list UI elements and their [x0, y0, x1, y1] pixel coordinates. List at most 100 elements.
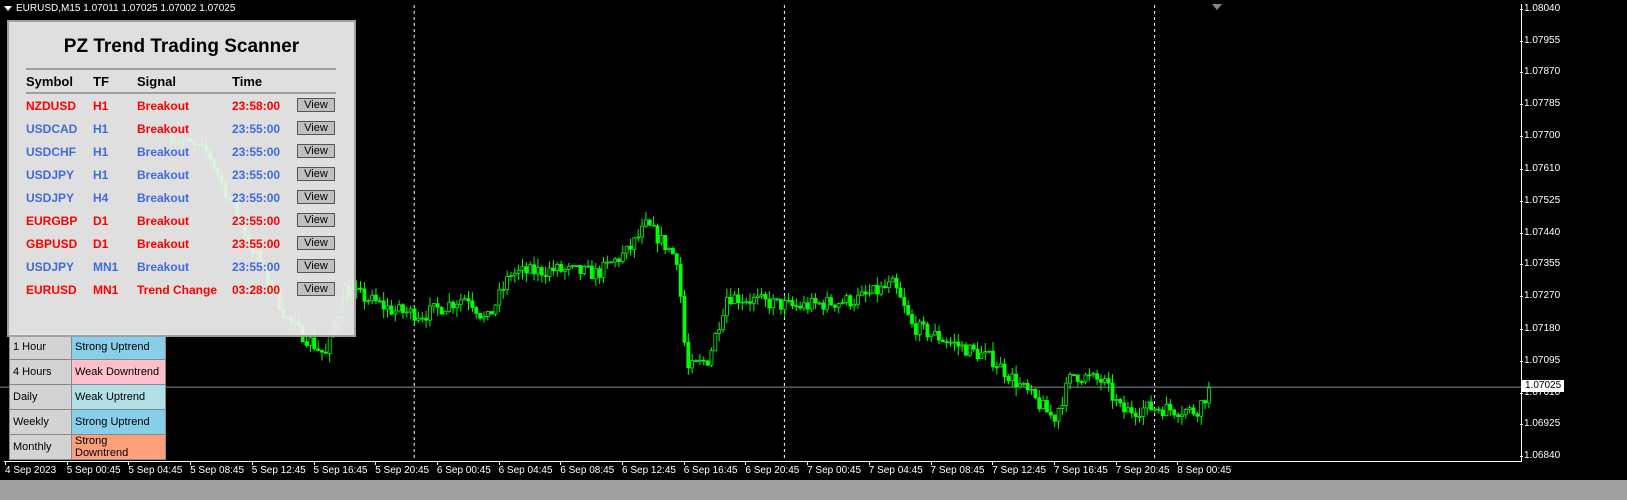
candle-body [906, 305, 911, 315]
view-button[interactable]: View [297, 190, 335, 204]
dropdown-arrow-icon[interactable] [4, 5, 12, 11]
candle-body [1118, 399, 1123, 404]
header-tf: TF [93, 74, 109, 89]
candle-body [798, 305, 803, 309]
price-tick: 1.08040 [1519, 3, 1561, 14]
signal-time: 23:55:00 [232, 214, 281, 228]
signal-time: 23:55:00 [232, 122, 281, 136]
candle-body [1102, 378, 1107, 383]
signal-row: USDCAD H1 Breakout 23:55:00 View [26, 121, 346, 138]
candle-body [694, 360, 698, 363]
signal-timeframe: H4 [93, 191, 109, 205]
signal-row: USDCHF H1 Breakout 23:55:00 View [26, 144, 346, 161]
candle-body [381, 300, 386, 310]
signal-timeframe: H1 [93, 122, 109, 136]
price-tick: 1.07700 [1519, 129, 1561, 141]
view-button[interactable]: View [297, 144, 335, 158]
candle-body [898, 287, 903, 298]
price-tick: 1.07785 [1519, 97, 1561, 109]
signal-timeframe: D1 [93, 237, 109, 251]
candle-body [1180, 414, 1184, 417]
candle-body [686, 341, 691, 369]
candle-body [767, 298, 772, 309]
candle-body [617, 258, 621, 262]
candle-body [848, 295, 853, 307]
signal-row: EURUSD MN1 Trend Change 03:28:00 View [26, 282, 346, 299]
candle-body [736, 294, 741, 304]
view-button[interactable]: View [297, 98, 335, 112]
candle-body [482, 316, 486, 319]
signal-type: Breakout [137, 145, 190, 159]
candle-body [520, 266, 525, 271]
candle-body [358, 287, 363, 290]
candle-body [1087, 374, 1092, 377]
candle-body [856, 294, 860, 305]
time-tick: 5 Sep 16:45 [313, 461, 368, 476]
view-button[interactable]: View [297, 213, 335, 227]
candle-body [763, 294, 768, 300]
candle-body [829, 297, 833, 306]
candle-body [813, 298, 818, 304]
candle-body [717, 329, 722, 334]
candle-body [1041, 400, 1046, 410]
candle-body [771, 298, 776, 309]
shift-marker-icon[interactable] [1212, 4, 1222, 10]
view-button[interactable]: View [297, 259, 335, 273]
candle-body [435, 303, 440, 308]
candle-body [323, 351, 328, 354]
view-button[interactable]: View [297, 121, 335, 135]
candle-body [1006, 376, 1011, 382]
candle-body [667, 248, 671, 251]
candle-body [844, 295, 849, 304]
candle-body [952, 341, 957, 344]
candle-body [428, 305, 432, 321]
dashboard-row: Monthly Strong Downtrend [9, 434, 166, 460]
candle-body [871, 284, 876, 294]
divider [26, 68, 336, 70]
signal-row: USDJPY MN1 Breakout 23:55:00 View [26, 259, 346, 276]
candle-body [944, 341, 949, 344]
candle-body [1014, 373, 1019, 388]
signal-row: EURGBP D1 Breakout 23:55:00 View [26, 213, 346, 230]
candle-body [478, 313, 482, 319]
candle-body [1203, 400, 1207, 404]
view-button[interactable]: View [297, 167, 335, 181]
candle-body [697, 359, 702, 362]
candle-body [370, 294, 375, 302]
candle-body [701, 359, 706, 362]
candle-body [609, 261, 614, 264]
candle-body [1106, 378, 1111, 384]
view-button[interactable]: View [297, 236, 335, 250]
header-signal: Signal [137, 74, 177, 89]
candle-body [316, 348, 321, 351]
view-button[interactable]: View [297, 282, 335, 296]
candle-body [528, 264, 533, 274]
signal-time: 23:58:00 [232, 99, 281, 113]
candle-body [1207, 387, 1211, 404]
candle-body [1091, 373, 1096, 376]
candle-body [759, 294, 764, 297]
time-tick: 7 Sep 20:45 [1115, 461, 1170, 476]
candle-body [794, 305, 799, 308]
candle-body [439, 306, 444, 315]
time-tick: 5 Sep 20:45 [375, 461, 430, 476]
candle-body [1199, 400, 1204, 417]
time-tick: 6 Sep 00:45 [436, 461, 491, 476]
dashboard-status: Strong Uptrend [71, 334, 166, 360]
candle-body [732, 294, 737, 305]
candle-body [805, 302, 810, 310]
price-tick: 1.07270 [1519, 289, 1561, 301]
candle-body [682, 295, 687, 343]
candle-body [875, 284, 880, 295]
time-tick: 6 Sep 16:45 [683, 461, 738, 476]
dashboard-timeframe: Daily [9, 384, 72, 410]
signal-symbol: NZDUSD [26, 99, 76, 113]
candle-body [859, 291, 864, 296]
candle-body [586, 265, 590, 268]
candle-body [883, 285, 887, 288]
time-tick: 5 Sep 04:45 [128, 461, 183, 476]
signal-symbol: EURUSD [26, 283, 77, 297]
candle-body [327, 335, 332, 354]
candle-body [404, 311, 409, 314]
dashboard-status: Weak Downtrend [71, 359, 166, 385]
